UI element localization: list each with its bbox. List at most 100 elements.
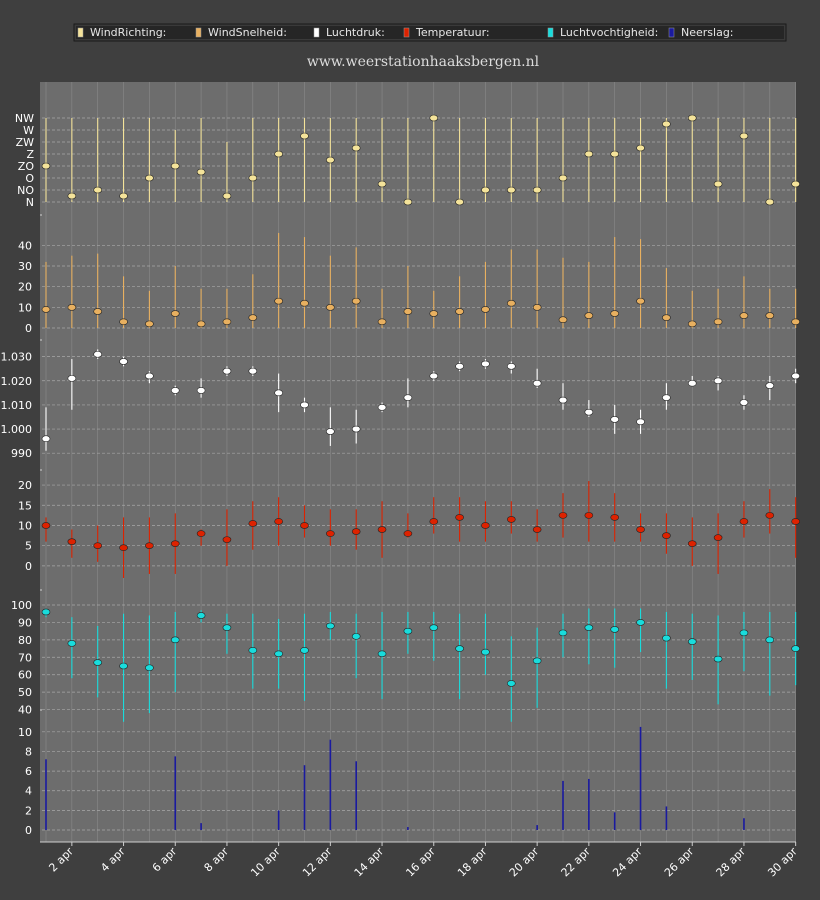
data-point — [170, 540, 180, 547]
data-point — [687, 638, 697, 645]
data-point — [713, 377, 723, 385]
data-point — [119, 662, 128, 670]
y-tick-label: 80 — [18, 634, 32, 647]
data-point — [765, 512, 775, 519]
data-point — [41, 435, 51, 442]
data-point — [274, 150, 283, 158]
y-tick-label: 4 — [25, 785, 32, 798]
data-point — [403, 308, 413, 315]
data-point — [377, 404, 387, 411]
data-point — [481, 648, 490, 656]
data-point — [196, 530, 206, 537]
y-tick-label: 5 — [25, 540, 32, 553]
data-point — [170, 310, 180, 317]
legend-label: Luchtdruk: — [326, 26, 385, 39]
data-point — [481, 186, 490, 194]
data-point — [274, 297, 283, 305]
data-point — [713, 655, 723, 663]
data-point — [506, 680, 516, 687]
y-tick-label: ZW — [16, 136, 35, 149]
data-point — [403, 198, 413, 206]
y-tick-label: 1.020 — [1, 375, 33, 388]
data-point — [248, 647, 258, 654]
data-point — [584, 624, 594, 631]
data-point — [481, 522, 490, 529]
data-point — [739, 629, 749, 637]
data-point — [765, 636, 775, 644]
data-point — [403, 627, 413, 635]
data-point — [377, 526, 387, 533]
data-point — [455, 645, 464, 652]
y-tick-label: 0 — [25, 824, 32, 837]
data-point — [791, 180, 800, 188]
data-point — [662, 394, 671, 401]
data-point — [610, 150, 620, 158]
y-tick-label: O — [25, 172, 34, 185]
data-point — [506, 186, 516, 194]
data-point — [558, 512, 568, 519]
data-point — [222, 192, 232, 200]
data-point — [300, 299, 309, 307]
data-point — [67, 640, 77, 647]
y-tick-label: 30 — [18, 260, 32, 273]
data-point — [558, 396, 568, 404]
data-point — [248, 367, 258, 375]
data-point — [403, 530, 413, 537]
data-point — [532, 657, 542, 665]
data-point — [791, 518, 800, 525]
data-point — [93, 659, 102, 666]
data-point — [119, 192, 128, 200]
data-point — [222, 536, 232, 543]
data-point — [429, 372, 439, 380]
y-tick-label: 20 — [18, 281, 32, 294]
data-point — [351, 633, 361, 640]
data-point — [558, 316, 568, 324]
data-point — [584, 312, 594, 319]
data-point — [481, 306, 490, 313]
y-tick-label: 90 — [18, 616, 32, 629]
y-tick-label: 40 — [18, 704, 32, 717]
legend: WindRichting: WindSnelheid: Luchtdruk: Temp… — [73, 23, 787, 42]
data-point — [687, 320, 697, 328]
data-point — [765, 312, 775, 319]
legend-swatch — [195, 27, 202, 38]
y-tick-label: 1.010 — [1, 399, 33, 412]
data-point — [351, 297, 361, 305]
data-point — [93, 186, 102, 194]
data-point — [41, 306, 51, 313]
data-point — [145, 174, 154, 182]
data-point — [532, 304, 542, 311]
y-tick-label: 60 — [18, 669, 32, 682]
y-tick-label: 10 — [18, 519, 32, 532]
data-point — [300, 647, 309, 654]
data-point — [791, 372, 800, 380]
y-tick-label: 40 — [18, 239, 32, 252]
data-point — [119, 544, 128, 552]
data-point — [791, 318, 800, 326]
data-point — [481, 360, 490, 368]
data-point — [455, 363, 464, 370]
data-point — [662, 120, 671, 128]
data-point — [248, 520, 258, 527]
y-tick-label: 1.000 — [1, 423, 33, 436]
y-tick-label: 1.030 — [1, 351, 33, 364]
data-point — [145, 320, 154, 328]
data-point — [429, 114, 439, 122]
data-point — [222, 624, 232, 631]
data-point — [67, 375, 77, 382]
data-point — [300, 132, 309, 140]
y-tick-label: NW — [15, 112, 34, 125]
data-point — [93, 308, 102, 315]
data-point — [558, 629, 568, 637]
y-tick-label: NO — [17, 184, 34, 197]
data-point — [455, 514, 464, 521]
data-point — [196, 168, 206, 176]
data-point — [119, 358, 128, 365]
data-point — [67, 192, 77, 200]
data-point — [584, 408, 594, 416]
data-point — [196, 612, 206, 619]
legend-swatch — [547, 27, 554, 38]
data-point — [506, 363, 516, 370]
data-point — [765, 382, 775, 389]
y-tick-label: 6 — [25, 765, 32, 778]
